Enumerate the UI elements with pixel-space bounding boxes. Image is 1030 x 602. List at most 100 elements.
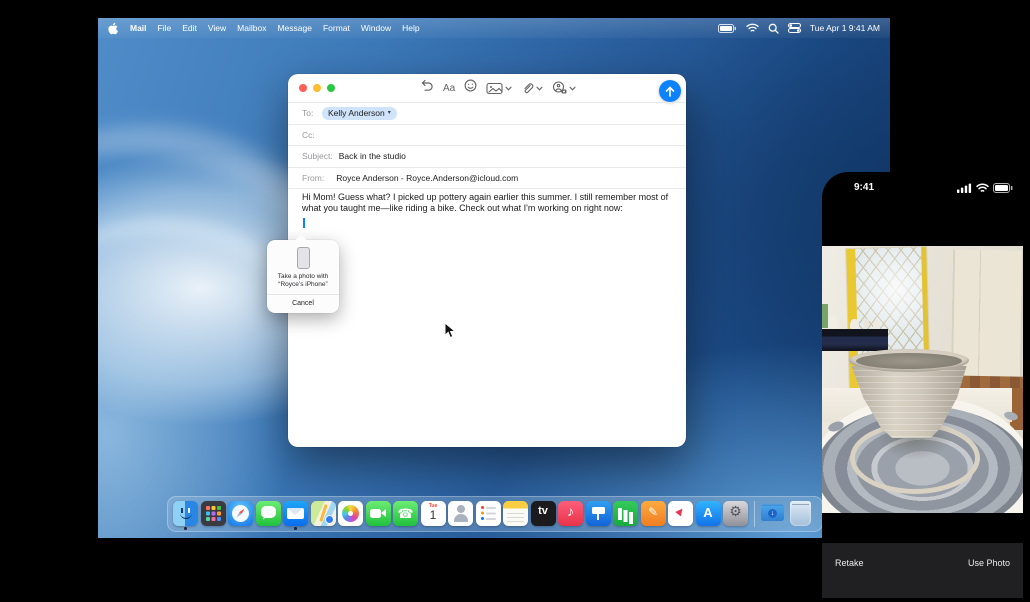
dock-maps[interactable]: [311, 498, 336, 531]
attachment-control[interactable]: [521, 81, 543, 95]
menu-bar-clock[interactable]: Tue Apr 1 9:41 AM: [810, 23, 880, 33]
chevron-down-icon: [505, 86, 512, 91]
dock-messages[interactable]: [256, 498, 281, 531]
close-window-button[interactable]: [299, 84, 307, 92]
compose-toolbar: Aa: [420, 74, 576, 102]
window-controls: [299, 84, 335, 92]
menu-bar-status: Tue Apr 1 9:41 AM: [718, 23, 880, 34]
mac-display: Mail File Edit View Mailbox Message Format Wind…: [98, 18, 890, 538]
subject-label: Subject:: [302, 151, 333, 161]
dock-rocket[interactable]: [668, 498, 693, 531]
music-icon: [558, 501, 583, 526]
menu-message[interactable]: Message: [277, 23, 312, 33]
dock-phone[interactable]: [393, 498, 418, 531]
dock-facetime[interactable]: [366, 498, 391, 531]
menu-view[interactable]: View: [208, 23, 226, 33]
stage: Mail File Edit View Mailbox Message Format Wind…: [0, 0, 1030, 602]
attach-icon: [521, 81, 534, 95]
camera-bottom-bar: Retake Use Photo: [822, 543, 1023, 598]
dock-calendar[interactable]: [421, 498, 446, 531]
dock-reminders[interactable]: [476, 498, 501, 531]
undo-icon[interactable]: [420, 79, 434, 97]
cc-label: Cc:: [302, 130, 316, 140]
chevron-down-icon: [536, 86, 543, 91]
battery-icon[interactable]: [718, 24, 737, 33]
dock-numbers[interactable]: [613, 498, 638, 531]
menu-help[interactable]: Help: [402, 23, 419, 33]
dock-notes[interactable]: [503, 498, 528, 531]
dock-tv[interactable]: [531, 498, 556, 531]
wifi-icon[interactable]: [746, 23, 759, 33]
recipient-chevron-icon: ▾: [388, 110, 391, 116]
calendar-icon: [421, 501, 446, 526]
settings-icon: [723, 501, 748, 526]
dock-pages[interactable]: [641, 498, 666, 531]
photo-browser-control[interactable]: [486, 82, 512, 95]
format-icon[interactable]: Aa: [443, 83, 455, 94]
to-field[interactable]: To: Kelly Anderson ▾: [288, 103, 686, 125]
from-field[interactable]: From: Royce Anderson - Royce.Anderson@ic…: [288, 168, 686, 190]
menu-file[interactable]: File: [158, 23, 172, 33]
mail-compose-window: Aa: [288, 74, 686, 447]
phone-icon: [393, 501, 418, 526]
to-label: To:: [302, 108, 316, 118]
menu-window[interactable]: Window: [361, 23, 391, 33]
dock-settings[interactable]: [723, 498, 748, 531]
camera-photo-preview: [822, 246, 1023, 513]
recipient-token[interactable]: Kelly Anderson ▾: [322, 107, 397, 120]
insert-from-iphone-control[interactable]: [552, 81, 576, 95]
from-label: From:: [302, 173, 324, 183]
apple-logo-icon[interactable]: [108, 22, 119, 35]
dock-appstore[interactable]: [696, 498, 721, 531]
mantel-shelf: [822, 329, 888, 351]
menu-mail[interactable]: Mail: [130, 23, 147, 33]
popover-text-line2: “Royce’s iPhone”: [267, 281, 339, 289]
downloads-icon: [760, 501, 785, 526]
zoom-window-button[interactable]: [327, 84, 335, 92]
photo-browser-icon: [486, 82, 503, 95]
dock-downloads[interactable]: [760, 498, 785, 531]
menu-mailbox[interactable]: Mailbox: [237, 23, 266, 33]
emoji-icon[interactable]: [464, 79, 477, 97]
contacts-icon: [448, 501, 473, 526]
mail-icon: [283, 501, 308, 526]
iphone-status-icons: [957, 183, 1013, 193]
dock-mail[interactable]: [283, 498, 308, 531]
pages-icon: [641, 501, 666, 526]
insert-from-iphone-icon: [552, 81, 567, 95]
iphone-clock: 9:41: [854, 182, 874, 193]
subject-field[interactable]: Subject: Back in the studio: [288, 146, 686, 168]
dock-contacts[interactable]: [448, 498, 473, 531]
dock-music[interactable]: [558, 498, 583, 531]
menu-bar-left: Mail File Edit View Mailbox Message Format Wind…: [108, 22, 420, 35]
ceramic-vases: [828, 316, 837, 329]
from-value: Royce Anderson - Royce.Anderson@icloud.c…: [336, 173, 518, 183]
dock-photos[interactable]: [338, 498, 363, 531]
message-body[interactable]: Hi Mom! Guess what? I picked up pottery …: [302, 192, 672, 214]
send-button[interactable]: [659, 80, 681, 102]
clay-bowl-interior: [856, 353, 962, 369]
menu-edit[interactable]: Edit: [182, 23, 197, 33]
cancel-button[interactable]: Cancel: [267, 295, 339, 313]
dock-keynote[interactable]: [586, 498, 611, 531]
cc-field[interactable]: Cc:: [288, 125, 686, 147]
dock: [167, 496, 823, 532]
appstore-icon: [696, 501, 721, 526]
search-icon[interactable]: [768, 23, 779, 34]
cellular-signal-icon: [957, 183, 972, 193]
use-photo-button[interactable]: Use Photo: [968, 558, 1010, 598]
retake-button[interactable]: Retake: [835, 558, 864, 598]
dock-finder[interactable]: [173, 498, 198, 531]
minimize-window-button[interactable]: [313, 84, 321, 92]
rocket-icon: [668, 501, 693, 526]
finder-icon: [173, 501, 198, 526]
menu-format[interactable]: Format: [323, 23, 350, 33]
control-center-icon[interactable]: [788, 23, 801, 33]
menu-bar: Mail File Edit View Mailbox Message Format Wind…: [98, 18, 890, 38]
tv-icon: [531, 501, 556, 526]
dock-safari[interactable]: [228, 498, 253, 531]
dock-launchpad[interactable]: [201, 498, 226, 531]
running-indicator: [294, 527, 297, 530]
dock-trash[interactable]: [788, 498, 813, 531]
keynote-icon: [586, 501, 611, 526]
